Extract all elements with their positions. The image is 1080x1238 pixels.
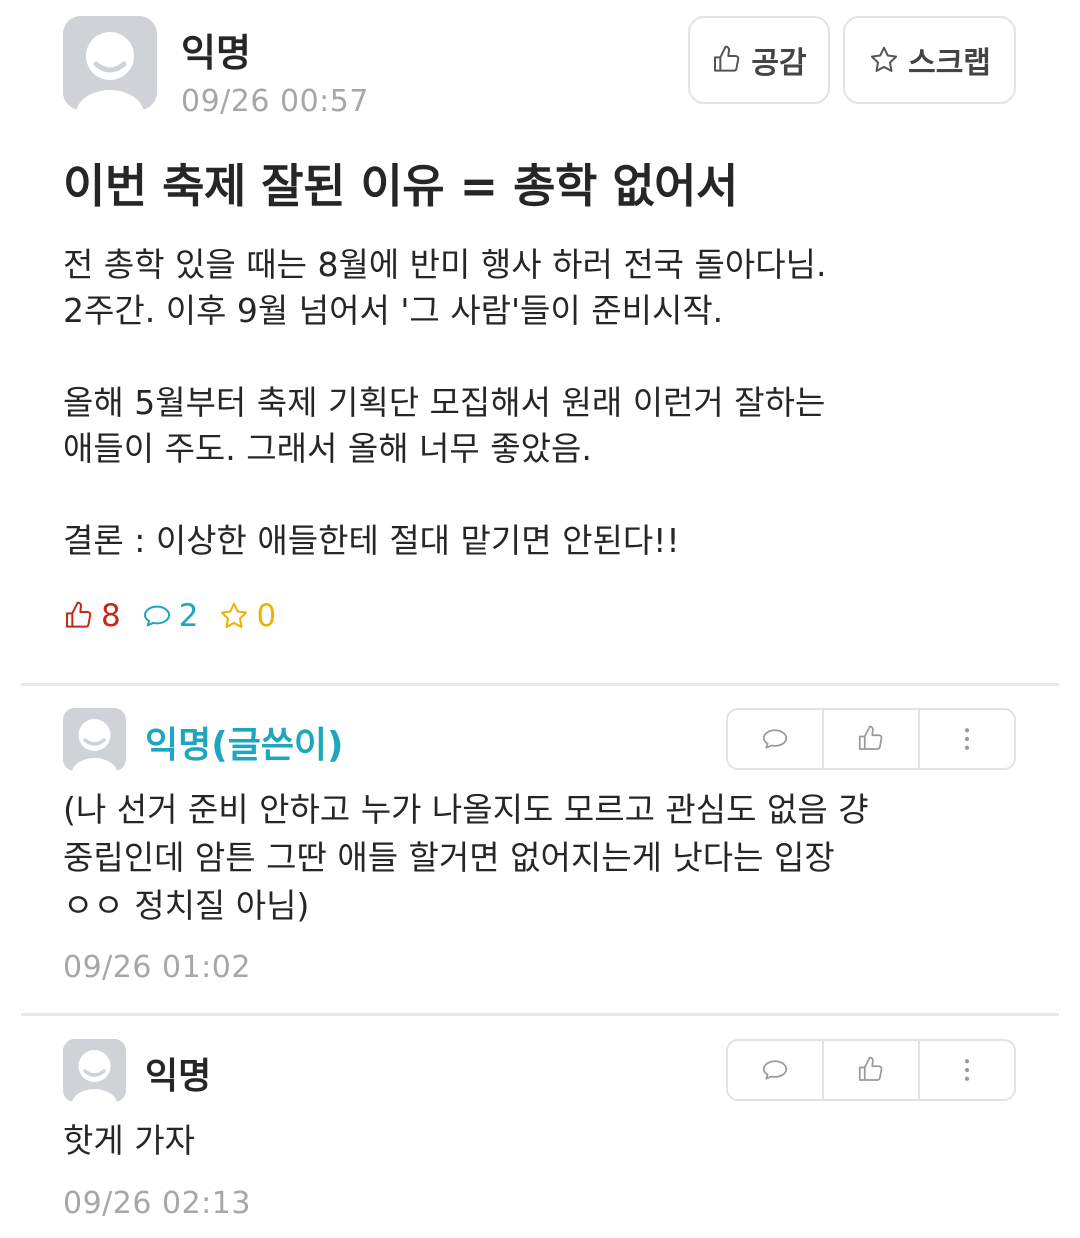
thumbs-up-icon (858, 725, 883, 750)
star-icon (870, 46, 898, 72)
comment-count-value: 2 (178, 598, 199, 634)
divider (21, 1013, 1059, 1016)
comment-timestamp: 09/26 01:02 (63, 950, 251, 985)
scrap-button[interactable]: 스크랩 (843, 16, 1016, 104)
comment-author: 익명(글쓴이) (145, 725, 344, 766)
default-avatar-icon (63, 16, 157, 110)
comment-text-line: (나 선거 준비 안하고 누가 나올지도 모르고 관심도 없음 걍 (63, 790, 869, 829)
like-button-label: 공감 (751, 46, 807, 81)
more-vertical-icon (964, 1059, 970, 1081)
like-count: 8 (63, 598, 121, 634)
post-title: 이번 축제 잘된 이유 = 총학 없어서 (63, 159, 738, 213)
post-stats: 8 2 0 (63, 598, 296, 634)
thumbs-up-icon (714, 45, 740, 72)
comment-like-button[interactable] (824, 710, 920, 768)
author-avatar (63, 16, 157, 110)
speech-bubble-icon (143, 605, 170, 627)
comment-more-button[interactable] (920, 710, 1014, 768)
like-count-value: 8 (101, 598, 121, 634)
comment-actions (726, 1039, 1016, 1101)
comment-author: 익명 (145, 1056, 212, 1097)
post-author-name: 익명 (181, 31, 251, 75)
speech-bubble-icon (762, 729, 788, 749)
comment-like-button[interactable] (824, 1041, 920, 1099)
comment-avatar (63, 1039, 126, 1102)
post-body: 전 총학 있을 때는 8월에 반미 행사 하러 전국 돌아다님. 2주간. 이후… (63, 242, 1023, 564)
post-page: 익명 09/26 00:57 공감 스크랩 이번 축제 잘된 이유 = 총학 없… (0, 0, 1080, 1238)
comment-actions (726, 708, 1016, 770)
like-button[interactable]: 공감 (688, 16, 830, 104)
comment-text-line: ㅇㅇ 정치질 아님) (63, 886, 310, 925)
post-body-line: 올해 5월부터 축제 기획단 모집해서 원래 이런거 잘하는 (63, 383, 826, 422)
divider (21, 683, 1059, 686)
post-body-line: 애들이 주도. 그래서 올해 너무 좋았음. (63, 429, 592, 468)
comment-more-button[interactable] (920, 1041, 1014, 1099)
comment-timestamp: 09/26 02:13 (63, 1186, 251, 1221)
post-timestamp: 09/26 00:57 (181, 84, 369, 119)
scrap-count: 0 (218, 598, 276, 634)
comment-text-line: 핫게 가자 (63, 1121, 195, 1160)
reply-button[interactable] (728, 710, 824, 768)
comment-count: 2 (141, 598, 199, 634)
default-avatar-icon (63, 708, 126, 771)
speech-bubble-icon (762, 1060, 788, 1080)
reply-button[interactable] (728, 1041, 824, 1099)
post-body-line: 전 총학 있을 때는 8월에 반미 행사 하러 전국 돌아다님. (63, 245, 827, 284)
comment-avatar (63, 708, 126, 771)
scrap-button-label: 스크랩 (908, 46, 991, 81)
thumbs-up-icon (858, 1056, 883, 1081)
star-icon (221, 602, 248, 628)
scrap-count-value: 0 (256, 598, 277, 634)
comment-text-line: 중립인데 암튼 그딴 애들 할거면 없어지는게 낫다는 입장 (63, 838, 835, 877)
default-avatar-icon (63, 1039, 126, 1102)
post-body-line: 2주간. 이후 9월 넘어서 '그 사람'들이 준비시작. (63, 291, 724, 330)
more-vertical-icon (964, 728, 970, 750)
thumbs-up-icon (66, 601, 92, 628)
post-body-line: 결론 : 이상한 애들한테 절대 맡기면 안된다!! (63, 521, 680, 560)
